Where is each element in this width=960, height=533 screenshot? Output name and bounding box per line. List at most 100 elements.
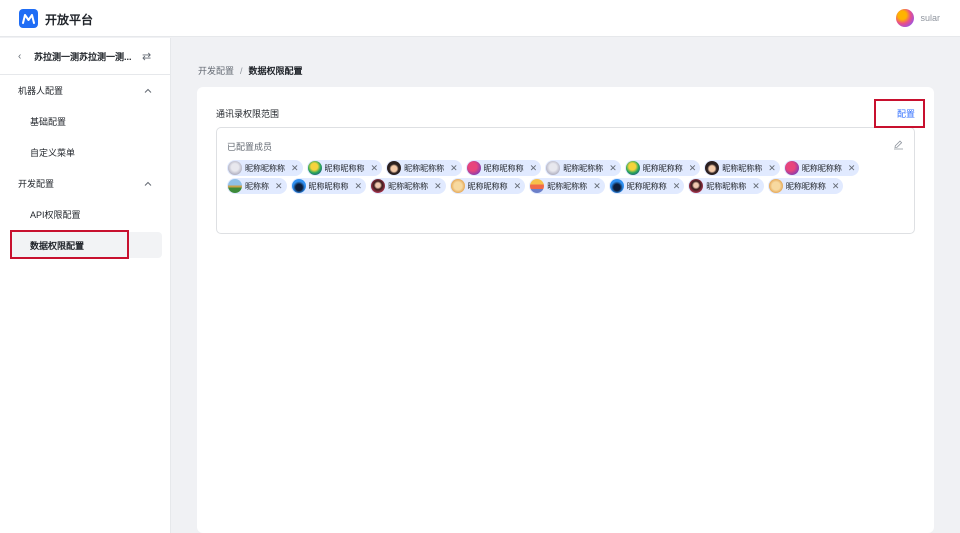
members-box-title: 已配置成员 <box>227 142 273 152</box>
remove-member-close-icon[interactable]: ✕ <box>673 181 681 191</box>
member-name: 昵称昵称称 <box>467 181 508 191</box>
app-logo-icon[interactable] <box>19 9 38 28</box>
remove-member-close-icon[interactable]: ✕ <box>609 163 617 173</box>
member-name: 昵称昵称称 <box>308 181 349 191</box>
sidebar-item-basic-config[interactable]: 基础配置 <box>0 106 162 137</box>
member-name: 昵称昵称称 <box>722 163 763 173</box>
nav-group-dev-config[interactable]: 开发配置 <box>0 168 170 199</box>
member-chip: 昵称昵称称 ✕ <box>783 160 860 176</box>
switch-bot-icon[interactable]: ⇄ <box>142 50 151 63</box>
member-avatar <box>466 161 481 175</box>
remove-member-close-icon[interactable]: ✕ <box>530 163 538 173</box>
edit-icon[interactable] <box>893 139 904 150</box>
section-title: 通讯录权限范围 <box>216 109 280 119</box>
member-name: 昵称昵称称 <box>785 181 826 191</box>
member-avatar <box>228 179 242 193</box>
remove-member-close-icon[interactable]: ✕ <box>752 181 760 191</box>
user-avatar[interactable] <box>896 9 915 27</box>
nav-group-label: 开发配置 <box>18 179 55 189</box>
member-chip: 昵称昵称称 ✕ <box>227 160 303 176</box>
member-chip: 昵称昵称称 ✕ <box>608 178 685 194</box>
member-name: 昵称昵称称 <box>563 163 604 173</box>
member-avatar <box>307 161 322 175</box>
member-name: 昵称昵称称 <box>404 163 445 173</box>
chevron-up-icon <box>144 181 152 186</box>
remove-member-close-icon[interactable]: ✕ <box>848 163 856 173</box>
top-bar: 开放平台 sular <box>0 0 960 37</box>
remove-member-close-icon[interactable]: ✕ <box>434 181 442 191</box>
member-avatar <box>609 179 624 193</box>
member-avatar <box>689 179 704 193</box>
member-avatar <box>784 161 799 175</box>
member-avatar <box>768 179 783 193</box>
breadcrumb-parent[interactable]: 开发配置 <box>198 64 234 77</box>
member-avatar <box>546 161 561 175</box>
member-name: 昵称昵称称 <box>706 181 747 191</box>
member-avatar <box>387 161 402 175</box>
member-chip: 昵称昵称称 ✕ <box>529 178 605 194</box>
chevron-up-icon <box>144 88 152 93</box>
remove-member-close-icon[interactable]: ✕ <box>291 163 299 173</box>
remove-member-close-icon[interactable]: ✕ <box>371 163 379 173</box>
member-name: 昵称昵称称 <box>626 181 667 191</box>
remove-member-close-icon[interactable]: ✕ <box>275 181 283 191</box>
member-chip: 昵称称 ✕ <box>227 178 287 194</box>
member-chip: 昵称昵称称 ✕ <box>688 178 764 194</box>
back-chevron-icon[interactable]: ‹ <box>18 51 34 62</box>
nav-group-bot-config[interactable]: 机器人配置 <box>0 75 170 106</box>
member-name: 昵称昵称称 <box>324 163 365 173</box>
member-name: 昵称昵称称 <box>547 181 588 191</box>
member-chip: 昵称昵称称 ✕ <box>767 178 844 194</box>
sidebar-item-data-permissions[interactable]: 数据权限配置 <box>10 232 162 258</box>
member-avatar <box>291 179 306 193</box>
config-button[interactable]: 配置 <box>897 107 915 120</box>
member-name: 昵称昵称称 <box>642 163 683 173</box>
sidebar-item-custom-menu[interactable]: 自定义菜单 <box>0 137 162 168</box>
remove-member-close-icon[interactable]: ✕ <box>689 163 697 173</box>
member-name: 昵称称 <box>245 181 269 191</box>
configured-members-box: 已配置成员 昵称昵称称 ✕ 昵称昵称称 ✕ 昵称昵称称 ✕ 昵称昵称称 ✕ 昵称昵称称 ✕ 昵称昵称… <box>216 127 915 234</box>
member-chip: 昵称昵称称 ✕ <box>290 178 367 194</box>
remove-member-close-icon[interactable]: ✕ <box>593 181 601 191</box>
user-name[interactable]: sular <box>920 13 940 23</box>
member-name: 昵称昵称称 <box>245 163 285 173</box>
member-chip: 昵称昵称称 ✕ <box>545 160 621 176</box>
sidebar-item-label: API权限配置 <box>30 210 81 220</box>
remove-member-close-icon[interactable]: ✕ <box>832 181 840 191</box>
member-chip: 昵称昵称称 ✕ <box>624 160 701 176</box>
sidebar: ‹ 苏拉测一测苏拉测一测... ⇄ 机器人配置 基础配置 自定义菜单 开发配置 … <box>0 38 171 533</box>
remove-member-close-icon[interactable]: ✕ <box>355 181 363 191</box>
member-avatar <box>625 161 640 175</box>
member-avatar <box>450 179 465 193</box>
member-chip: 昵称昵称称 ✕ <box>370 178 446 194</box>
nav-group-label: 机器人配置 <box>18 86 64 96</box>
breadcrumb-current: 数据权限配置 <box>248 66 303 76</box>
sidebar-item-label: 数据权限配置 <box>30 240 85 251</box>
breadcrumb-separator: / <box>240 65 243 76</box>
bot-name: 苏拉测一测苏拉测一测... <box>34 51 132 62</box>
remove-member-close-icon[interactable]: ✕ <box>514 181 522 191</box>
user-menu[interactable]: sular <box>896 9 940 27</box>
member-chip-list: 昵称昵称称 ✕ 昵称昵称称 ✕ 昵称昵称称 ✕ 昵称昵称称 ✕ 昵称昵称称 ✕ 昵称昵称称 ✕ 昵称昵称… <box>227 160 912 196</box>
remove-member-close-icon[interactable]: ✕ <box>768 163 776 173</box>
member-chip: 昵称昵称称 ✕ <box>465 160 542 176</box>
member-name: 昵称昵称称 <box>801 163 842 173</box>
member-avatar <box>228 161 242 175</box>
sidebar-item-api-permissions[interactable]: API权限配置 <box>0 199 162 230</box>
bot-header: ‹ 苏拉测一测苏拉测一测... ⇄ <box>0 38 170 75</box>
permissions-card: 通讯录权限范围 配置 已配置成员 昵称昵称称 ✕ 昵称昵称称 ✕ 昵称昵称称 ✕ 昵称昵称称… <box>197 87 934 533</box>
member-chip: 昵称昵称称 ✕ <box>704 160 780 176</box>
sidebar-item-label: 自定义菜单 <box>30 148 76 158</box>
member-name: 昵称昵称称 <box>483 163 524 173</box>
member-chip: 昵称昵称称 ✕ <box>306 160 383 176</box>
member-chip: 昵称昵称称 ✕ <box>449 178 526 194</box>
breadcrumb: 开发配置 / 数据权限配置 <box>198 64 303 77</box>
remove-member-close-icon[interactable]: ✕ <box>450 163 458 173</box>
sidebar-item-label: 基础配置 <box>30 117 67 127</box>
member-chip: 昵称昵称称 ✕ <box>386 160 462 176</box>
member-name: 昵称昵称称 <box>388 181 429 191</box>
member-avatar <box>530 179 545 193</box>
app-title: 开放平台 <box>45 13 94 27</box>
member-avatar <box>371 179 386 193</box>
member-avatar <box>705 161 720 175</box>
